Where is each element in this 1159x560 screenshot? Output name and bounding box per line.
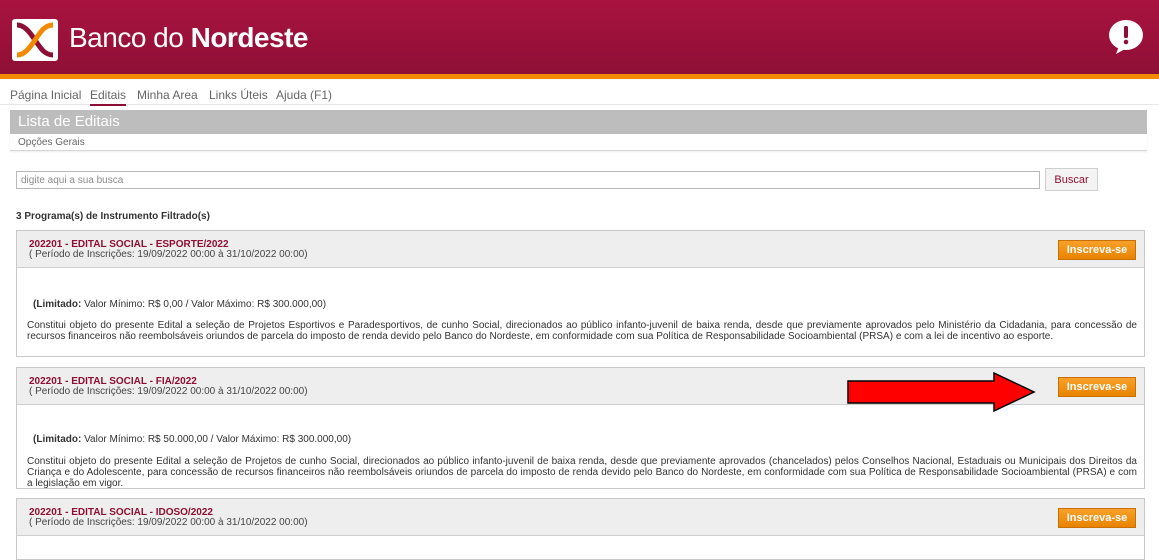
nav-item-links-uteis[interactable]: Links Úteis [209,88,268,102]
page-title: Lista de Editais [18,113,120,130]
edital-description: Constitui objeto do presente Edital a se… [27,320,1137,342]
inscreva-se-button[interactable]: Inscreva-se [1058,377,1136,397]
edital-card: 202201 - EDITAL SOCIAL - ESPORTE/2022 ( … [16,230,1145,357]
inscreva-se-button[interactable]: Inscreva-se [1058,240,1136,260]
edital-card-header: 202201 - EDITAL SOCIAL - IDOSO/2022 ( Pe… [17,499,1144,536]
site-header: Banco do Nordeste [0,0,1159,74]
edital-period: ( Período de Inscrições: 19/09/2022 00:0… [29,249,308,260]
edital-period: ( Período de Inscrições: 19/09/2022 00:0… [29,386,308,397]
general-options-bar: Opções Gerais [10,134,1147,151]
speech-bubble-exclamation-icon[interactable] [1107,19,1145,55]
edital-description: Constitui objeto do presente Edital a se… [27,456,1137,489]
brand-name: Banco do Nordeste [69,22,308,53]
main-nav: Página Inicial Editais Minha Area Links … [0,84,1159,106]
nav-item-editais[interactable]: Editais [90,88,127,106]
inscreva-se-button[interactable]: Inscreva-se [1058,508,1136,528]
nav-item-minha-area[interactable]: Minha Area [137,88,198,102]
page-title-bar: Lista de Editais [10,110,1147,134]
nav-item-pagina-inicial[interactable]: Página Inicial [10,88,81,102]
edital-card: 202201 - EDITAL SOCIAL - IDOSO/2022 ( Pe… [16,498,1145,560]
header-accent-stripe [0,74,1159,79]
edital-period: ( Período de Inscrições: 19/09/2022 00:0… [29,517,308,528]
results-count: 3 Programa(s) de Instrumento Filtrado(s) [16,211,210,222]
search-input[interactable] [16,171,1040,189]
nav-item-ajuda[interactable]: Ajuda (F1) [276,88,332,102]
search-button[interactable]: Buscar [1045,168,1098,191]
edital-limits: (Limitado: Valor Mínimo: R$ 0,00 / Valor… [33,299,327,310]
general-options-link[interactable]: Opções Gerais [18,137,85,148]
red-arrow-annotation [847,371,1036,413]
banco-do-nordeste-logo[interactable] [12,19,58,61]
edital-card-header: 202201 - EDITAL SOCIAL - ESPORTE/2022 ( … [17,231,1144,268]
edital-limits: (Limitado: Valor Mínimo: R$ 50.000,00 / … [33,434,352,445]
